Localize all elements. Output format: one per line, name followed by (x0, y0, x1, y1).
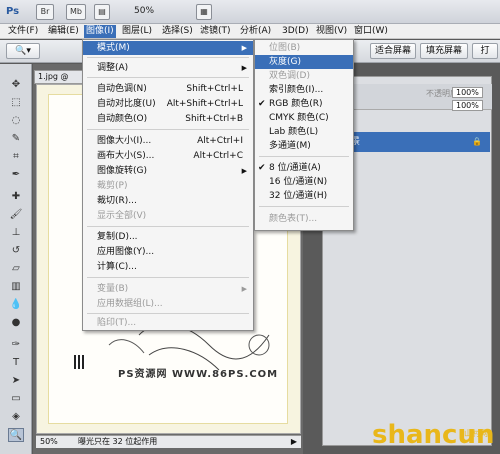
fill-screen-button[interactable]: 填充屏幕 (420, 43, 468, 59)
menu-item-auto-contrast[interactable]: 自动对比度(U) Alt+Shift+Ctrl+L (83, 97, 253, 111)
menu-item-variables: 变量(B) ▶ (97, 284, 247, 294)
history-brush-tool-icon[interactable]: ↺ (8, 244, 24, 258)
gradient-tool-icon[interactable]: ▥ (8, 280, 24, 294)
menu-analysis[interactable]: 分析(A) (240, 25, 271, 38)
menu-item-crop: 裁剪(P) (97, 181, 128, 191)
dodge-tool-icon[interactable]: ● (8, 316, 24, 330)
submenu-item-grayscale[interactable]: 灰度(G) (255, 55, 353, 69)
zoom-tool-icon[interactable]: 🔍 (8, 428, 24, 442)
lock-icon: 🔒 (472, 137, 482, 146)
menu-window[interactable]: 窗口(W) (354, 25, 388, 38)
submenu-item-color-table: 颜色表(T)... (269, 214, 318, 224)
healing-brush-tool-icon[interactable]: ✚ (8, 190, 24, 204)
checkmark-icon: ✔ (258, 163, 266, 173)
menu-item-apply-data-set: 应用数据组(L)... (97, 299, 163, 309)
path-select-tool-icon[interactable]: ➤ (8, 374, 24, 388)
menu-item-trim[interactable]: 裁切(R)... (83, 194, 253, 208)
zoom-level[interactable]: 50% (134, 6, 154, 16)
type-tool-icon[interactable]: T (8, 356, 24, 370)
qr-code-icon (74, 355, 86, 369)
submenu-item-bitmap: 位图(B) (269, 43, 301, 53)
submenu-item-16bit[interactable]: 16 位/通道(N) (255, 175, 353, 189)
quick-select-tool-icon[interactable]: ✎ (8, 132, 24, 146)
watermark-text: PS资源网 WWW.86PS.COM (118, 369, 279, 380)
bridge-button[interactable]: Br (36, 4, 54, 20)
status-zoom[interactable]: 50% (40, 436, 58, 448)
menu-item-apply-image[interactable]: 应用图像(Y)... (83, 245, 253, 259)
zoom-tool-preset[interactable]: 🔍▾ (6, 43, 40, 59)
document-tab[interactable]: 1.jpg @ (34, 70, 86, 84)
arrange-documents-button[interactable]: ▦ (196, 4, 212, 20)
mini-bridge-button[interactable]: Mb (66, 4, 86, 20)
photoshop-logo-icon: Ps (6, 6, 20, 17)
menu-item-image-size[interactable]: 图像大小(I)... Alt+Ctrl+I (83, 134, 253, 148)
lasso-tool-icon[interactable]: ◌ (8, 114, 24, 128)
menu-edit[interactable]: 编辑(E) (48, 25, 79, 38)
menu-image[interactable]: 图像(I) (84, 25, 116, 38)
clone-stamp-tool-icon[interactable]: ⊥ (8, 226, 24, 240)
mode-submenu: 位图(B) 灰度(G) 双色调(D) 索引颜色(I)... ✔ RGB 颜色(R)… (254, 39, 354, 231)
crop-tool-icon[interactable]: ⌗ (8, 150, 24, 164)
menu-view[interactable]: 视图(V) (316, 25, 347, 38)
fit-screen-button[interactable]: 适合屏幕 (370, 43, 416, 59)
3d-tool-icon[interactable]: ◈ (8, 410, 24, 424)
status-info: 曝光只在 32 位起作用 (78, 437, 158, 446)
menu-file[interactable]: 文件(F) (8, 25, 38, 38)
shape-tool-icon[interactable]: ▭ (8, 392, 24, 406)
menu-bar: 文件(F) 编辑(E) 图像(I) 图层(L) 选择(S) 滤镜(T) 分析(A… (0, 24, 500, 39)
menu-layer[interactable]: 图层(L) (122, 25, 152, 38)
marquee-tool-icon[interactable]: ⬚ (8, 96, 24, 110)
menu-item-canvas-size[interactable]: 画布大小(S)... Alt+Ctrl+C (83, 149, 253, 163)
print-size-button[interactable]: 打 (472, 43, 498, 59)
menu-item-calculations[interactable]: 计算(C)... (83, 260, 253, 274)
menu-item-auto-color[interactable]: 自动颜色(O) Shift+Ctrl+B (83, 112, 253, 126)
submenu-item-32bit[interactable]: 32 位/通道(H) (255, 189, 353, 203)
menu-item-adjustments[interactable]: 调整(A) ▶ (83, 61, 253, 75)
checkmark-icon: ✔ (258, 99, 266, 109)
menu-3d[interactable]: 3D(D) (282, 25, 309, 38)
menu-item-mode[interactable]: 模式(M) ▶ (83, 41, 253, 55)
submenu-item-indexed-color[interactable]: 索引颜色(I)... (255, 83, 353, 97)
shancun-logo-subtext: 山村网 (464, 429, 488, 438)
blur-tool-icon[interactable]: 💧 (8, 298, 24, 312)
opacity-field[interactable]: 100% (452, 87, 483, 98)
view-extras-button[interactable]: ▤ (94, 4, 110, 20)
fill-field[interactable]: 100% (452, 100, 483, 111)
submenu-item-rgb-color[interactable]: ✔ RGB 颜色(R) (255, 97, 353, 111)
tools-panel: ✥ ⬚ ◌ ✎ ⌗ ✒ ✚ 🖌 ⊥ ↺ ▱ ▥ 💧 ● ✑ T ➤ ▭ ◈ 🔍 (0, 64, 32, 454)
menu-select[interactable]: 选择(S) (162, 25, 193, 38)
submenu-item-8bit[interactable]: ✔ 8 位/通道(A) (255, 161, 353, 175)
title-bar: Ps Br Mb ▤ 50% ▦ (0, 0, 500, 24)
menu-item-duplicate[interactable]: 复制(D)... (83, 230, 253, 244)
pen-tool-icon[interactable]: ✑ (8, 338, 24, 352)
submenu-item-cmyk-color[interactable]: CMYK 颜色(C) (255, 111, 353, 125)
menu-item-trap: 陷印(T)... (97, 318, 137, 328)
image-menu-dropdown: 模式(M) ▶ 调整(A) ▶ 自动色调(N) Shift+Ctrl+L 自动对比度(… (82, 39, 254, 331)
menu-item-reveal-all: 显示全部(V) (97, 211, 147, 221)
submenu-item-multichannel[interactable]: 多通道(M) (255, 139, 353, 153)
menu-filter[interactable]: 滤镜(T) (200, 25, 231, 38)
menu-item-image-rotation[interactable]: 图像旋转(G) ▶ (83, 164, 253, 178)
submenu-item-duotone: 双色调(D) (269, 71, 310, 81)
submenu-item-lab-color[interactable]: Lab 颜色(L) (255, 125, 353, 139)
status-arrow-icon[interactable]: ▶ (291, 436, 297, 448)
eraser-tool-icon[interactable]: ▱ (8, 262, 24, 276)
menu-item-auto-tone[interactable]: 自动色调(N) Shift+Ctrl+L (83, 82, 253, 96)
status-bar: 50% 曝光只在 32 位起作用 ▶ (36, 435, 301, 448)
eyedropper-tool-icon[interactable]: ✒ (8, 168, 24, 182)
brush-tool-icon[interactable]: 🖌 (8, 208, 24, 222)
move-tool-icon[interactable]: ✥ (8, 78, 24, 92)
